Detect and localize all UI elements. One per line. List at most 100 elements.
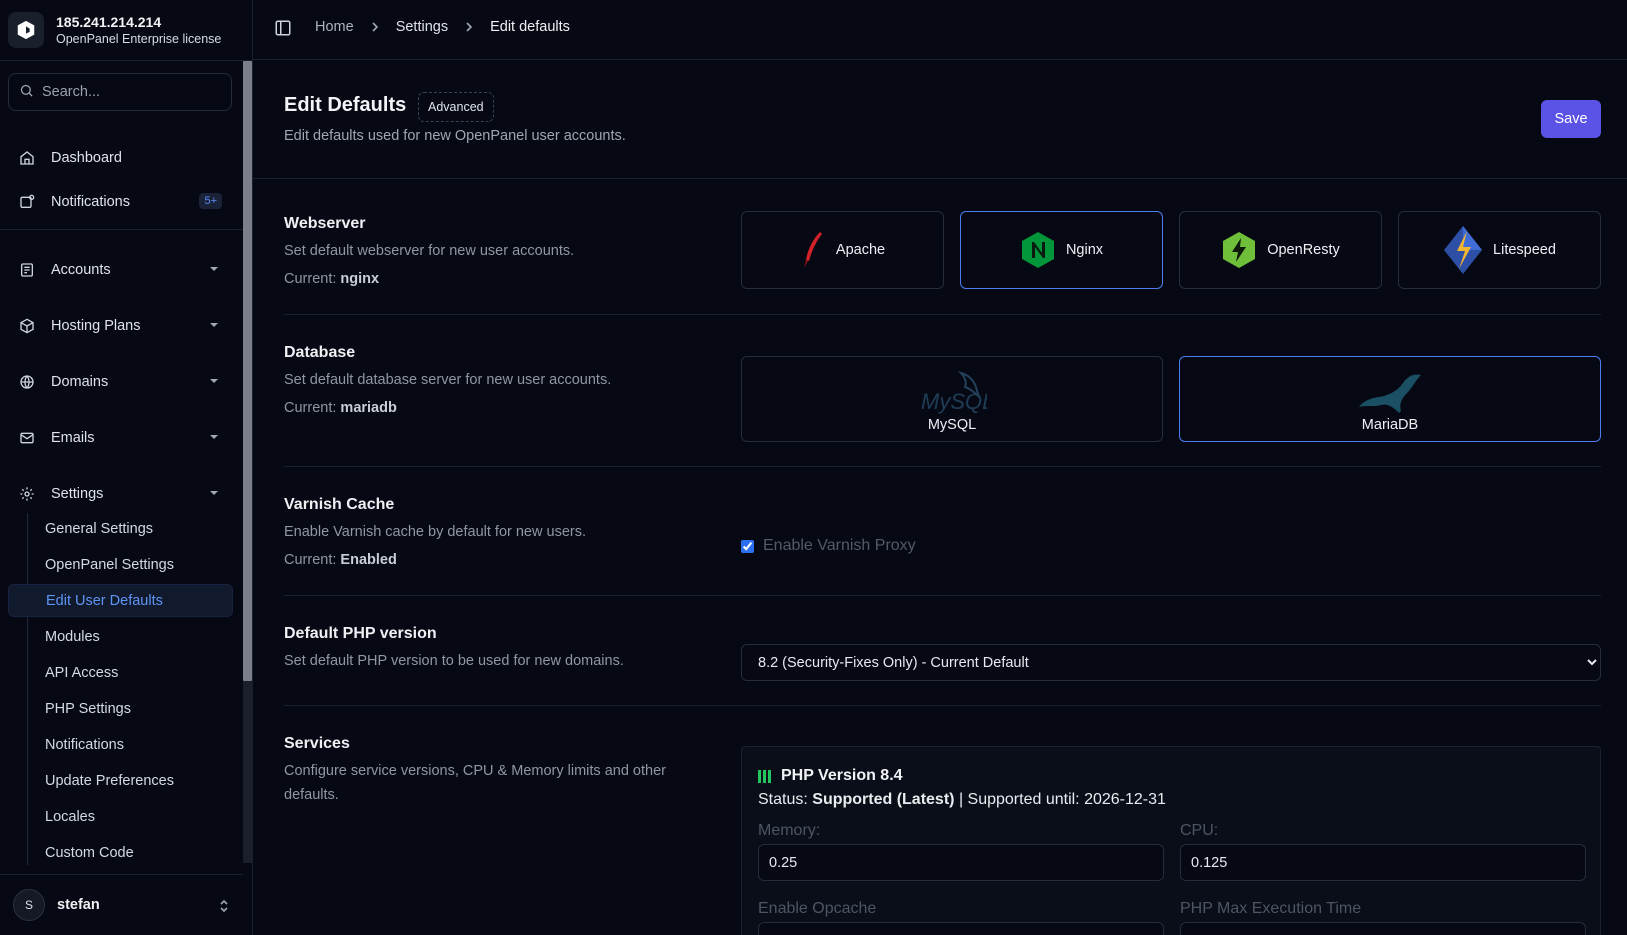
accounts-icon [18,261,36,279]
webserver-desc: Set default webserver for new user accou… [284,243,575,259]
php-version-select[interactable]: 8.2 (Security-Fixes Only) - Current Defa… [741,644,1601,681]
sidebar-item-locales[interactable]: Locales [8,800,233,833]
mariadb-label: MariaDB [1361,417,1419,433]
memory-input[interactable] [758,844,1164,881]
database-desc: Set default database server for new user… [284,372,612,388]
search-box[interactable] [8,73,232,111]
breadcrumb: Home Settings Edit defaults [315,19,570,35]
php-service-panel: PHP Version 8.4 Status: Supported (Lates… [741,746,1601,935]
user-name: stefan [57,897,100,913]
chevron-right-icon [464,21,474,33]
sidebar-item-modules[interactable]: Modules [8,620,233,653]
server-ip: 185.241.214.214 [56,13,162,30]
cpu-input[interactable] [1180,844,1586,881]
sidebar-item-php-settings[interactable]: PHP Settings [8,692,233,725]
nav-domains-label: Domains [51,374,109,390]
services-desc: Configure service versions, CPU & Memory… [284,763,666,803]
nav-dashboard-label: Dashboard [51,150,122,166]
apache-feather-icon [800,230,826,270]
varnish-title: Varnish Cache [284,496,395,513]
chevron-down-icon [208,487,220,503]
bell-share-icon [18,193,36,211]
memory-label: Memory: [758,822,821,839]
globe-icon [18,373,36,391]
nginx-icon [1020,231,1056,269]
home-icon [18,149,36,167]
sidebar-item-api-access[interactable]: API Access [8,656,233,689]
php-desc: Set default PHP version to be used for n… [284,653,624,669]
webserver-option-nginx[interactable]: Nginx [960,211,1163,289]
save-button[interactable]: Save [1541,100,1601,138]
current-value: nginx [340,271,380,287]
scrollbar-thumb[interactable] [243,61,252,681]
chevron-down-icon [208,263,220,279]
database-option-mysql[interactable]: MySQL MySQL [741,356,1163,442]
nginx-label: Nginx [1065,242,1104,258]
page-title: Edit Defaults [284,94,407,116]
status-bars-icon [758,769,773,783]
sidebar-item-edit-user-defaults[interactable]: Edit User Defaults [8,584,233,617]
php-service-status: Status: Supported (Latest) | Supported u… [758,791,1166,809]
varnish-current: Current: Enabled [284,552,397,568]
nav-dashboard[interactable]: Dashboard [8,140,232,176]
webserver-option-apache[interactable]: Apache [741,211,944,289]
sidebar-item-notifications[interactable]: Notifications [8,728,233,761]
divider [0,229,243,230]
nav-accounts[interactable]: Accounts [8,252,232,288]
brand[interactable]: 185.241.214.214 OpenPanel Enterprise lic… [8,10,246,50]
avatar: S [13,889,45,921]
mysql-logo-text: MySQL [921,389,987,414]
breadcrumb-current: Edit defaults [490,19,570,35]
php-service-heading: PHP Version 8.4 [758,767,903,785]
sidebar-item-general-settings[interactable]: General Settings [8,512,233,545]
status-label: Status: [758,791,808,808]
chevron-down-icon [208,375,220,391]
varnish-toggle[interactable]: Enable Varnish Proxy [741,537,916,555]
chevrons-up-down-icon [219,899,229,916]
nav-settings[interactable]: Settings [8,476,232,512]
sidebar-item-openpanel-settings[interactable]: OpenPanel Settings [8,548,233,581]
status-value: Supported (Latest) [812,791,955,808]
current-label: Current: [284,552,337,568]
breadcrumb-home[interactable]: Home [315,19,354,35]
notifications-badge: 5+ [199,193,222,209]
gear-icon [18,485,36,503]
sidebar-scrollbar[interactable] [243,61,252,863]
sidebar: 185.241.214.214 OpenPanel Enterprise lic… [0,0,253,935]
search-input[interactable] [42,84,212,100]
mail-icon [18,429,36,447]
nav-accounts-label: Accounts [51,262,111,278]
nav-hosting-plans[interactable]: Hosting Plans [8,308,232,344]
divider [284,314,1601,315]
max-exec-time-label: PHP Max Execution Time [1180,900,1362,917]
litespeed-icon [1443,225,1483,275]
database-title: Database [284,344,356,361]
webserver-option-openresty[interactable]: OpenResty [1179,211,1382,289]
opcache-label: Enable Opcache [758,900,877,917]
mysql-label: MySQL [927,417,977,433]
chevron-right-icon [370,21,380,33]
divider [0,60,253,61]
breadcrumb-settings[interactable]: Settings [396,19,448,35]
webserver-option-litespeed[interactable]: Litespeed [1398,211,1601,289]
php-title: Default PHP version [284,625,437,642]
sidebar-item-custom-code[interactable]: Custom Code [8,836,233,869]
divider [284,466,1601,467]
search-icon [19,83,34,101]
supported-until: | Supported until: 2026-12-31 [958,791,1166,808]
max-exec-time-input[interactable] [1180,922,1586,935]
services-title: Services [284,735,350,752]
chevron-down-icon [208,431,220,447]
varnish-checkbox-label: Enable Varnish Proxy [763,537,916,554]
opcache-select[interactable] [758,922,1164,935]
sidebar-item-update-preferences[interactable]: Update Preferences [8,764,233,797]
nav-emails[interactable]: Emails [8,420,232,456]
nav-notifications[interactable]: Notifications 5+ [8,184,232,220]
nav-emails-label: Emails [51,430,95,446]
varnish-checkbox[interactable] [741,539,754,553]
sidebar-toggle-icon[interactable] [274,19,292,40]
user-menu[interactable]: S stefan [0,874,243,935]
mysql-dolphin-icon: MySQL [917,369,987,415]
nav-domains[interactable]: Domains [8,364,232,400]
database-option-mariadb[interactable]: MariaDB [1179,356,1601,442]
